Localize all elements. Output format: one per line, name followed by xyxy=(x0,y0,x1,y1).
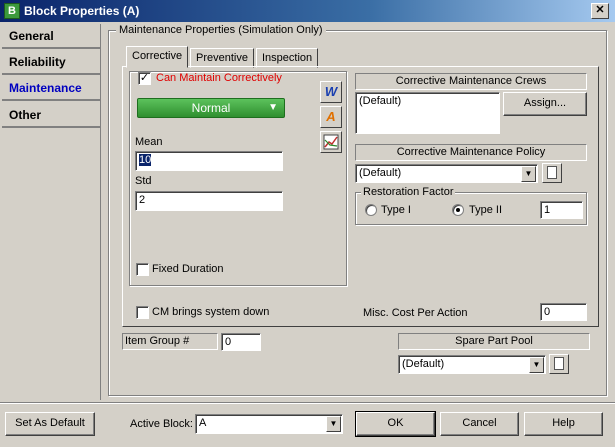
assign-button[interactable]: Assign... xyxy=(503,92,587,116)
tab-corrective[interactable]: Corrective xyxy=(126,46,189,68)
type2-radio[interactable] xyxy=(452,204,464,216)
std-input[interactable]: 2 xyxy=(135,191,283,211)
document-icon xyxy=(547,166,557,179)
distribution-dropdown[interactable]: Normal ▼ xyxy=(137,98,285,118)
chevron-down-icon[interactable]: ▼ xyxy=(529,357,544,373)
sidebar-item-general[interactable]: General xyxy=(2,24,100,49)
cm-brings-down-checkbox[interactable] xyxy=(136,306,149,319)
title-bar: B Block Properties (A) ✕ xyxy=(0,0,615,22)
spare-part-value: (Default) xyxy=(402,358,445,370)
footer-divider xyxy=(0,402,615,403)
item-group-input[interactable]: 0 xyxy=(221,333,261,351)
type1-label: Type I xyxy=(381,204,411,216)
mean-input[interactable]: 10 xyxy=(135,151,283,171)
misc-cost-label: Misc. Cost Per Action xyxy=(363,307,468,319)
font-style-icon[interactable]: A xyxy=(320,106,342,128)
policy-combo[interactable]: (Default) ▼ xyxy=(355,164,538,183)
spare-part-header: Spare Part Pool xyxy=(398,333,590,350)
mean-value: 10 xyxy=(139,154,152,166)
crews-header: Corrective Maintenance Crews xyxy=(355,73,587,90)
spare-part-details-button[interactable] xyxy=(549,354,569,374)
sidebar-item-maintenance[interactable]: Maintenance xyxy=(2,76,100,101)
tab-inspection[interactable]: Inspection xyxy=(256,48,319,68)
sidebar-item-label: General xyxy=(9,29,54,43)
active-block-value: A xyxy=(199,417,207,429)
ok-button[interactable]: OK xyxy=(355,411,436,437)
tab-preventive[interactable]: Preventive xyxy=(190,48,254,68)
sidebar-item-label: Reliability xyxy=(9,55,66,69)
fixed-duration-checkbox[interactable] xyxy=(136,263,149,276)
close-button[interactable]: ✕ xyxy=(591,3,609,19)
misc-cost-input[interactable]: 0 xyxy=(540,303,587,321)
set-as-default-button[interactable]: Set As Default xyxy=(5,412,95,436)
type1-radio[interactable] xyxy=(365,204,377,216)
cancel-button[interactable]: Cancel xyxy=(440,412,519,436)
active-block-label: Active Block: xyxy=(130,418,193,430)
word-report-icon[interactable]: W xyxy=(320,81,342,103)
chevron-down-icon: ▼ xyxy=(268,102,278,113)
chevron-down-icon[interactable]: ▼ xyxy=(326,416,341,432)
sidebar: General Reliability Maintenance Other xyxy=(2,24,100,400)
chart-plot-icon[interactable] xyxy=(320,131,342,153)
sidebar-item-label: Maintenance xyxy=(9,81,82,95)
crew-item[interactable]: (Default) xyxy=(359,95,401,107)
chart-plot-glyph xyxy=(323,134,339,150)
sidebar-item-other[interactable]: Other xyxy=(2,103,100,128)
restoration-value-input[interactable]: 1 xyxy=(540,201,583,219)
policy-value: (Default) xyxy=(359,167,402,179)
group-title: Maintenance Properties (Simulation Only) xyxy=(116,24,326,36)
sidebar-divider xyxy=(100,24,101,400)
mean-label: Mean xyxy=(135,136,163,148)
fixed-duration-label: Fixed Duration xyxy=(152,263,224,275)
sidebar-item-label: Other xyxy=(9,108,42,122)
spare-part-combo[interactable]: (Default) ▼ xyxy=(398,355,546,374)
chevron-down-icon[interactable]: ▼ xyxy=(521,166,536,182)
type2-label: Type II xyxy=(469,204,503,216)
crews-list[interactable]: (Default) xyxy=(355,92,500,134)
can-maintain-checkbox[interactable]: ✓ xyxy=(138,72,151,85)
sidebar-item-reliability[interactable]: Reliability xyxy=(2,50,100,75)
restoration-title: Restoration Factor xyxy=(361,186,456,198)
policy-details-button[interactable] xyxy=(542,163,562,183)
distribution-value: Normal xyxy=(191,101,231,115)
document-icon xyxy=(554,357,564,370)
help-button[interactable]: Help xyxy=(524,412,603,436)
app-icon: B xyxy=(4,3,20,19)
active-block-combo[interactable]: A ▼ xyxy=(195,414,343,434)
policy-header: Corrective Maintenance Policy xyxy=(355,144,587,161)
can-maintain-label: Can Maintain Correctively xyxy=(156,72,282,84)
std-label: Std xyxy=(135,175,152,187)
item-group-label: Item Group # xyxy=(122,333,218,350)
cm-brings-down-label: CM brings system down xyxy=(152,306,270,318)
window-title: Block Properties (A) xyxy=(24,4,140,18)
